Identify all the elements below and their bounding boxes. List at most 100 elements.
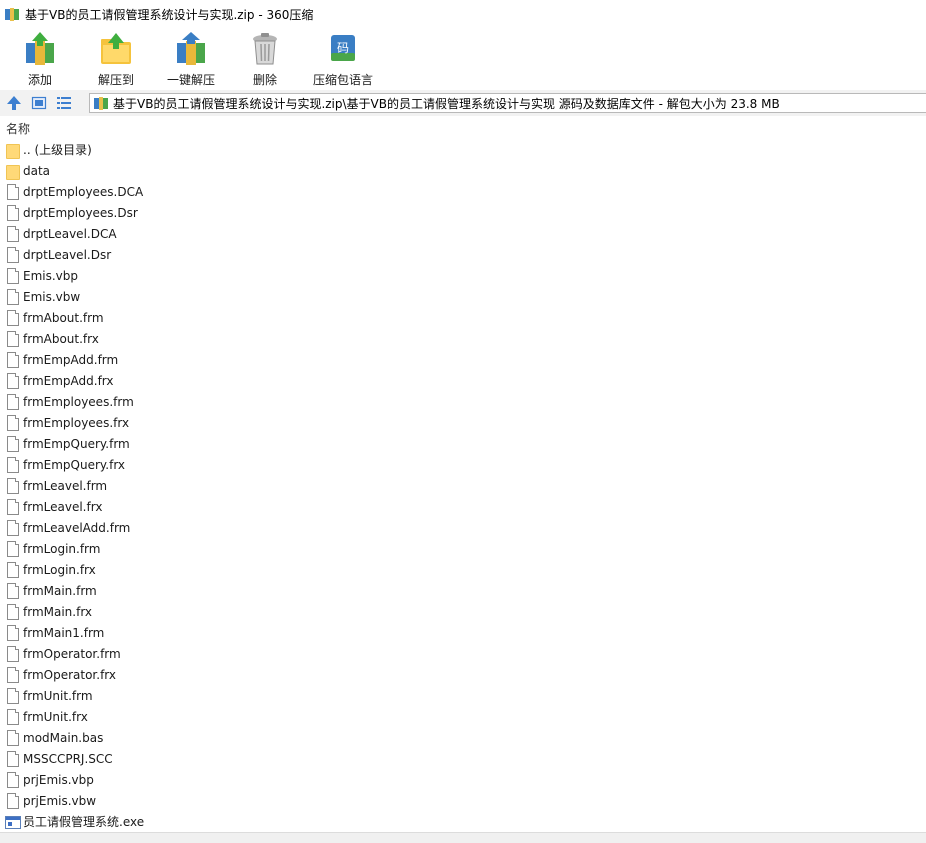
list-item[interactable]: Emis.vbp [0, 265, 926, 286]
file-name: frmLeavel.frm [23, 478, 108, 493]
file-name: Emis.vbp [23, 268, 79, 283]
list-item[interactable]: frmLogin.frm [0, 538, 926, 559]
list-item[interactable]: modMain.bas [0, 727, 926, 748]
toolbar: 添加 解压到 一键解压 删除 码 压缩包语言 [0, 28, 926, 90]
file-icon [5, 645, 21, 662]
list-item[interactable]: frmAbout.frm [0, 307, 926, 328]
column-header-name[interactable]: 名称 [6, 120, 30, 137]
list-item[interactable]: drptEmployees.DCA [0, 181, 926, 202]
file-icon [5, 204, 21, 221]
archive-language-button[interactable]: 码 压缩包语言 [300, 28, 386, 90]
list-item[interactable]: frmEmpAdd.frm [0, 349, 926, 370]
executable-icon [5, 814, 21, 830]
file-icon [5, 771, 21, 788]
list-item[interactable]: frmEmployees.frx [0, 412, 926, 433]
file-name: frmMain.frm [23, 583, 97, 598]
file-icon [5, 603, 21, 620]
file-icon [5, 792, 21, 809]
file-name: frmAbout.frx [23, 331, 99, 346]
file-icon [5, 288, 21, 305]
list-item[interactable]: frmMain1.frm [0, 622, 926, 643]
list-item[interactable]: frmOperator.frm [0, 643, 926, 664]
file-icon [5, 393, 21, 410]
extract-to-label: 解压到 [97, 73, 134, 87]
list-item[interactable]: 员工请假管理系统.exe [0, 811, 926, 831]
list-item[interactable]: frmEmpQuery.frm [0, 433, 926, 454]
file-icon [5, 267, 21, 284]
file-icon [5, 435, 21, 452]
list-item[interactable]: MSSCCPRJ.SCC [0, 748, 926, 769]
file-name: frmOperator.frx [23, 667, 116, 682]
list-item[interactable]: frmUnit.frx [0, 706, 926, 727]
archive-icon [93, 95, 109, 111]
status-bar [0, 832, 926, 843]
file-list: .. (上级目录) data drptEmployees.DCA drptEmploy… [0, 139, 926, 831]
list-item[interactable]: frmUnit.frm [0, 685, 926, 706]
list-item[interactable]: frmLeavel.frm [0, 475, 926, 496]
list-item[interactable]: prjEmis.vbp [0, 769, 926, 790]
list-item[interactable]: frmMain.frm [0, 580, 926, 601]
file-icon [5, 582, 21, 599]
navigation-bar: 基于VB的员工请假管理系统设计与实现.zip\基于VB的员工请假管理系统设计与实… [0, 90, 926, 116]
window-title: 基于VB的员工请假管理系统设计与实现.zip - 360压缩 [25, 7, 314, 22]
file-icon [5, 498, 21, 515]
file-name: frmLeavelAdd.frm [23, 520, 131, 535]
file-name: frmEmpQuery.frm [23, 436, 130, 451]
file-name: drptEmployees.Dsr [23, 205, 138, 220]
delete-icon [247, 31, 283, 67]
file-icon [5, 456, 21, 473]
list-item[interactable]: data [0, 160, 926, 181]
list-item[interactable]: drptLeavel.DCA [0, 223, 926, 244]
file-icon [5, 246, 21, 263]
file-icon [5, 666, 21, 683]
address-bar[interactable]: 基于VB的员工请假管理系统设计与实现.zip\基于VB的员工请假管理系统设计与实… [89, 93, 926, 113]
file-name: frmUnit.frm [23, 688, 93, 703]
file-name: MSSCCPRJ.SCC [23, 751, 113, 766]
file-icon [5, 225, 21, 242]
file-icon [5, 519, 21, 536]
list-item[interactable]: Emis.vbw [0, 286, 926, 307]
list-item[interactable]: .. (上级目录) [0, 139, 926, 160]
list-item[interactable]: frmOperator.frx [0, 664, 926, 685]
list-item[interactable]: frmLogin.frx [0, 559, 926, 580]
file-name: frmEmployees.frx [23, 415, 130, 430]
list-item[interactable]: frmLeavel.frx [0, 496, 926, 517]
list-item[interactable]: frmAbout.frx [0, 328, 926, 349]
file-name: prjEmis.vbp [23, 772, 94, 787]
file-icon [5, 330, 21, 347]
add-label: 添加 [27, 73, 52, 87]
file-name: .. (上级目录) [23, 143, 92, 157]
file-name: frmLeavel.frx [23, 499, 103, 514]
up-arrow-icon[interactable] [3, 92, 25, 114]
file-name: drptLeavel.DCA [23, 226, 117, 241]
file-name: frmLogin.frm [23, 541, 101, 556]
archive-language-icon: 码 [325, 31, 361, 67]
file-icon [5, 561, 21, 578]
file-icon [5, 729, 21, 746]
file-icon [5, 477, 21, 494]
address-path: 基于VB的员工请假管理系统设计与实现.zip\基于VB的员工请假管理系统设计与实… [113, 96, 780, 111]
extract-to-button[interactable]: 解压到 [80, 28, 152, 90]
file-name: frmLogin.frx [23, 562, 96, 577]
list-item[interactable]: frmEmployees.frm [0, 391, 926, 412]
folder-icon [5, 163, 21, 180]
extract-to-icon [98, 31, 134, 67]
one-click-extract-button[interactable]: 一键解压 [152, 28, 230, 90]
list-view-icon[interactable] [53, 92, 75, 114]
file-icon [5, 414, 21, 431]
archive-language-label: 压缩包语言 [312, 73, 373, 87]
list-item[interactable]: frmMain.frx [0, 601, 926, 622]
file-icon [5, 708, 21, 725]
file-name: drptEmployees.DCA [23, 184, 144, 199]
file-icon [5, 750, 21, 767]
delete-button[interactable]: 删除 [230, 28, 300, 90]
list-item[interactable]: drptEmployees.Dsr [0, 202, 926, 223]
add-button[interactable]: 添加 [0, 28, 80, 90]
list-item[interactable]: frmEmpQuery.frx [0, 454, 926, 475]
list-item[interactable]: drptLeavel.Dsr [0, 244, 926, 265]
list-item[interactable]: frmEmpAdd.frx [0, 370, 926, 391]
list-item[interactable]: prjEmis.vbw [0, 790, 926, 811]
delete-label: 删除 [252, 73, 277, 87]
list-item[interactable]: frmLeavelAdd.frm [0, 517, 926, 538]
thumbnail-view-icon[interactable] [28, 92, 50, 114]
